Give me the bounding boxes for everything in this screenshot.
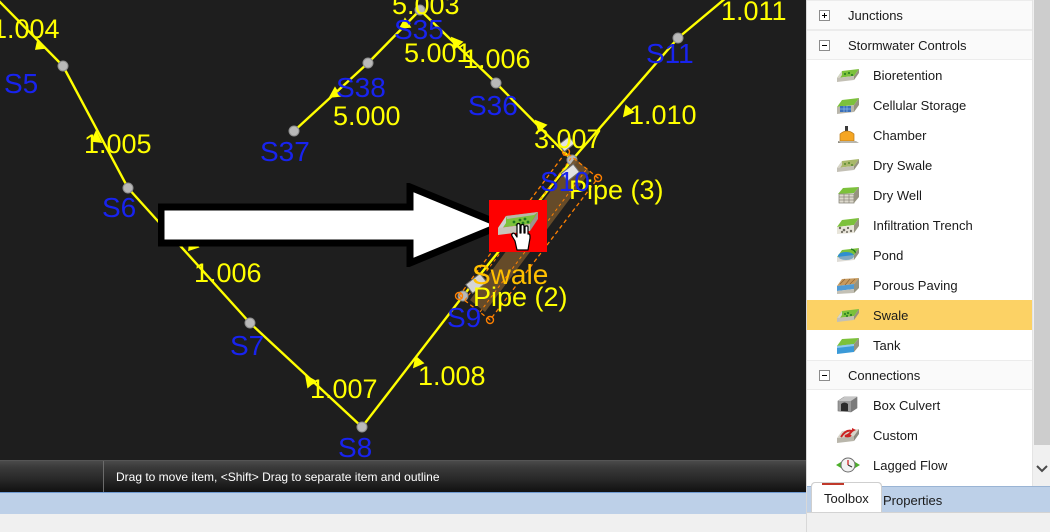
box-culvert-icon	[837, 396, 858, 413]
scroll-down-button[interactable]	[1033, 460, 1050, 478]
tool-item-lagged-flow[interactable]: Lagged Flow	[807, 450, 1033, 480]
tool-label: Cellular Storage	[873, 97, 967, 113]
chamber-icon	[838, 126, 859, 143]
tool-item-pond[interactable]: Pond	[807, 240, 1033, 270]
chevron-down-icon	[1036, 465, 1048, 473]
tab-label: Properties	[883, 492, 943, 508]
tool-label: Tank	[873, 337, 901, 353]
porous-paving-icon	[837, 278, 859, 294]
tool-label: Custom	[873, 427, 918, 443]
status-bar: Drag to move item, <Shift> Drag to separ…	[0, 460, 806, 492]
toolbox-scrollbar[interactable]	[1032, 0, 1050, 486]
scrollbar-thumb[interactable]	[1034, 0, 1050, 445]
tool-item-tank[interactable]: Tank	[807, 330, 1033, 360]
group-title: Connections	[848, 367, 921, 383]
collapse-minus-icon[interactable]	[819, 369, 830, 381]
application-window: 1.004 1.005 1.006 1.007 1.008 1.010 1.01…	[0, 0, 1050, 532]
toolbox-panel: Junctions Stormwater Controls Bioretenti…	[806, 0, 1050, 532]
network-map-canvas[interactable]: 1.004 1.005 1.006 1.007 1.008 1.010 1.01…	[0, 0, 806, 460]
group-junctions[interactable]: Junctions	[807, 0, 1033, 30]
bioretention-icon	[837, 69, 859, 82]
tool-label: Lagged Flow	[873, 457, 948, 473]
tool-label: Bioretention	[873, 67, 943, 83]
tool-label: Porous Paving	[873, 277, 958, 293]
tool-item-dry-well[interactable]: Dry Well	[807, 180, 1033, 210]
bottom-filler	[0, 514, 806, 532]
custom-icon	[837, 428, 859, 443]
group-connections[interactable]: Connections	[807, 360, 1033, 390]
tool-label: Chamber	[873, 127, 927, 143]
panel-tab-strip[interactable]: Toolbox Properties	[807, 483, 1050, 513]
tab-label: Toolbox	[824, 490, 869, 506]
tool-item-porous-paving[interactable]: Porous Paving	[807, 270, 1033, 300]
tool-item-chamber[interactable]: Chamber	[807, 120, 1033, 150]
lagged-flow-icon	[836, 457, 860, 473]
status-pane-left	[0, 461, 104, 492]
tool-label: Infiltration Trench	[873, 217, 973, 233]
tool-item-swale[interactable]: Swale	[807, 300, 1033, 330]
tool-item-custom[interactable]: Custom	[807, 420, 1033, 450]
bottom-blue-strip	[0, 492, 806, 514]
status-message: Drag to move item, <Shift> Drag to separ…	[116, 469, 440, 484]
panel-bottom-filler	[807, 512, 1050, 532]
cellular-storage-icon	[837, 98, 859, 114]
tool-item-bioretention[interactable]: Bioretention	[807, 60, 1033, 90]
tool-label: Swale	[873, 307, 909, 323]
group-title: Stormwater Controls	[848, 37, 967, 53]
expand-plus-icon[interactable]	[819, 9, 830, 21]
toolbox-tree[interactable]: Junctions Stormwater Controls Bioretenti…	[807, 0, 1033, 486]
group-title: Junctions	[848, 7, 903, 23]
tool-label: Box Culvert	[873, 397, 941, 413]
pond-icon	[837, 248, 859, 262]
swale-icon	[837, 309, 859, 322]
dry-swale-icon	[837, 159, 859, 172]
tab-properties[interactable]: Properties	[871, 487, 954, 513]
tool-item-box-culvert[interactable]: Box Culvert	[807, 390, 1033, 420]
tool-label: Dry Swale	[873, 157, 933, 173]
infiltration-trench-icon	[837, 218, 859, 234]
dry-well-icon	[838, 187, 859, 204]
tool-item-dry-swale[interactable]: Dry Swale	[807, 150, 1033, 180]
collapse-minus-icon[interactable]	[819, 39, 830, 51]
tank-icon	[837, 338, 859, 354]
annotation-arrow	[158, 183, 506, 267]
tool-label: Dry Well	[873, 187, 922, 203]
tool-item-cellular-storage[interactable]: Cellular Storage	[807, 90, 1033, 120]
hand-cursor-icon	[511, 222, 531, 251]
group-stormwater-controls[interactable]: Stormwater Controls	[807, 30, 1033, 60]
tool-item-infiltration-trench[interactable]: Infiltration Trench	[807, 210, 1033, 240]
tool-label: Pond	[873, 247, 904, 263]
